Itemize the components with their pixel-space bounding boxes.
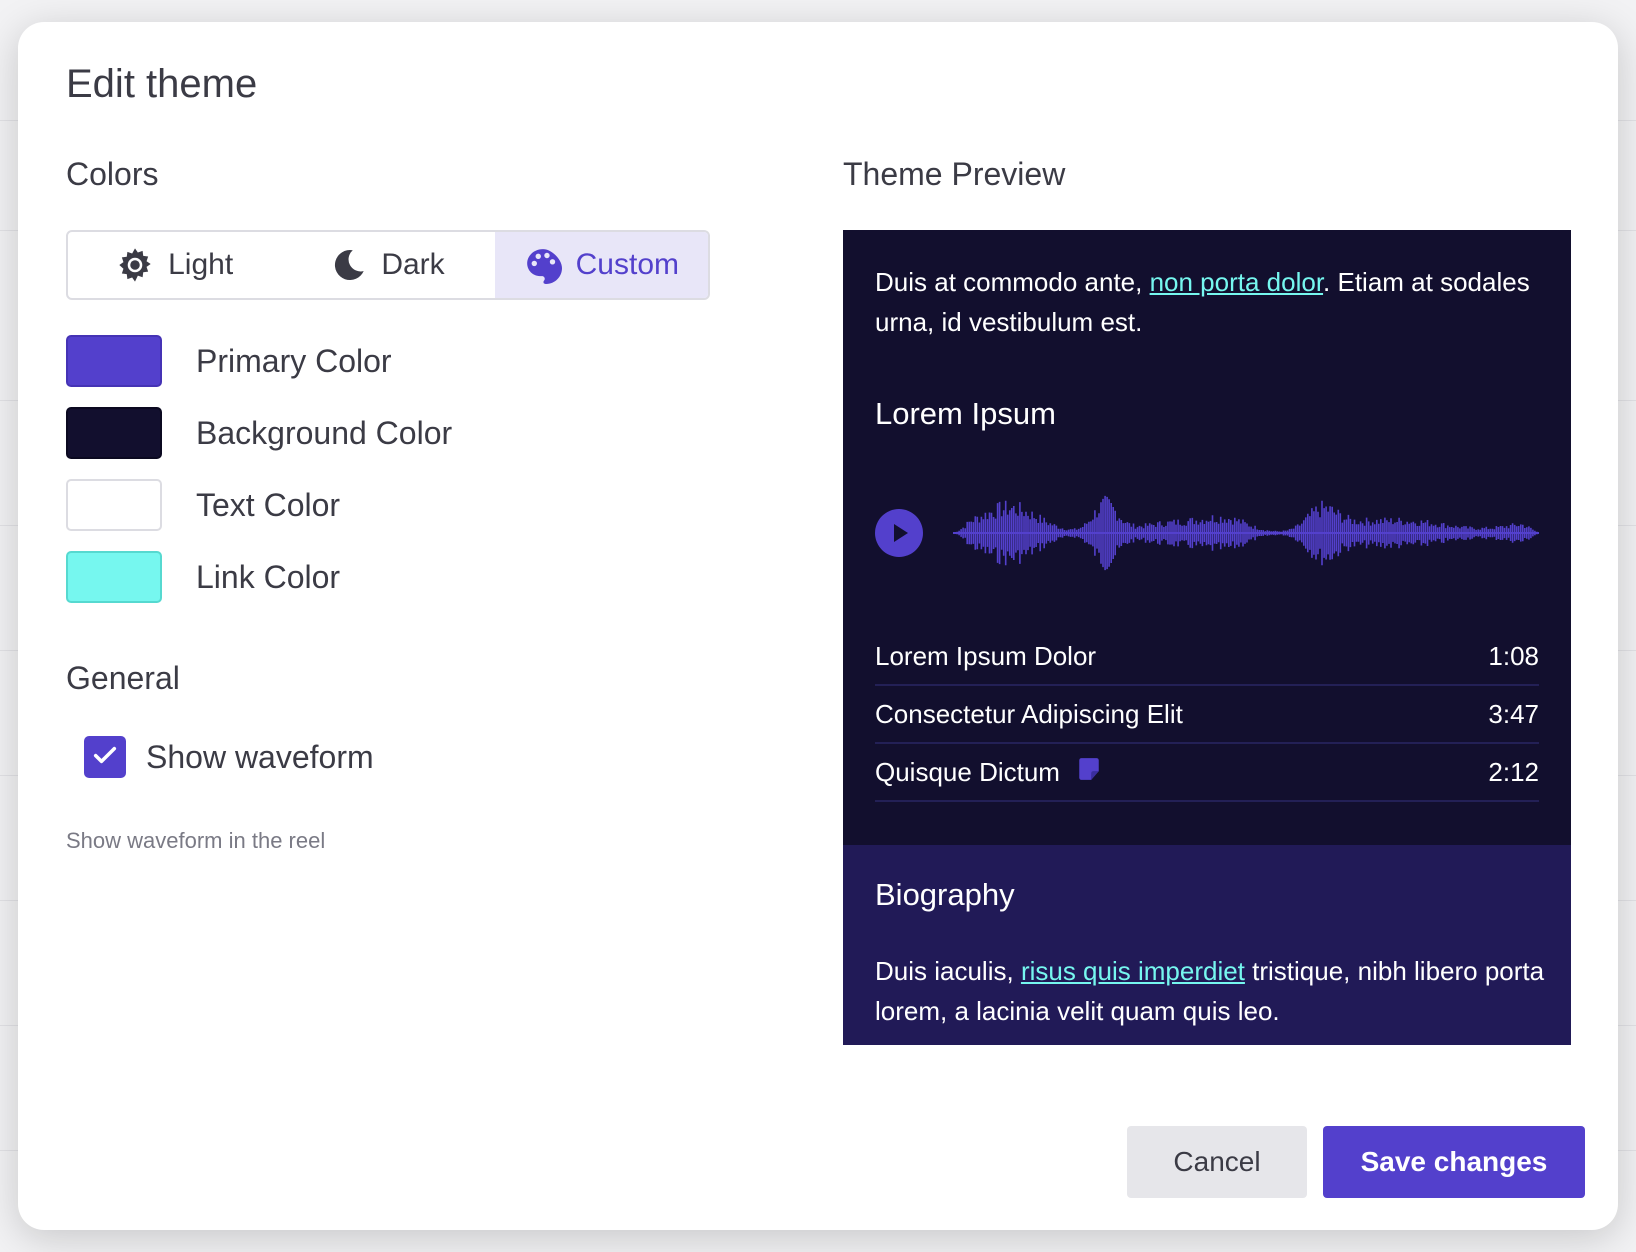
- show-waveform-helper: Show waveform in the reel: [66, 828, 326, 853]
- reel-title: Lorem Ipsum: [875, 396, 1056, 431]
- color-row-primary: Primary Color: [66, 335, 392, 387]
- save-changes-button[interactable]: Save changes: [1323, 1126, 1585, 1198]
- background-color-swatch[interactable]: [66, 407, 162, 459]
- track-name: Quisque Dictum: [875, 756, 1102, 789]
- theme-preview-panel: Duis at commodo ante, non porta dolor. E…: [843, 230, 1571, 1045]
- track-name-text: Lorem Ipsum Dolor: [875, 640, 1097, 671]
- sun-icon: [116, 246, 154, 284]
- color-label: Background Color: [196, 414, 453, 451]
- color-label: Primary Color: [196, 342, 392, 379]
- theme-option-dark[interactable]: Dark: [281, 232, 494, 298]
- track-row[interactable]: Quisque Dictum 2:12: [875, 744, 1539, 802]
- show-waveform-option: Show waveform: [84, 736, 374, 778]
- biography-link[interactable]: risus quis imperdiet: [1021, 956, 1245, 986]
- colors-heading: Colors: [66, 156, 159, 192]
- color-row-link: Link Color: [66, 551, 340, 603]
- link-color-swatch[interactable]: [66, 551, 162, 603]
- play-button[interactable]: [875, 509, 923, 557]
- theme-option-label: Light: [168, 248, 234, 281]
- theme-option-custom[interactable]: Custom: [494, 232, 708, 298]
- theme-option-label: Dark: [381, 248, 445, 281]
- track-name-text: Quisque Dictum: [875, 756, 1060, 787]
- preview-intro-link[interactable]: non porta dolor: [1150, 267, 1323, 297]
- color-row-background: Background Color: [66, 407, 452, 459]
- track-name: Consectetur Adipiscing Elit: [875, 699, 1183, 730]
- theme-mode-toggle: Light Dark Custom: [66, 230, 710, 300]
- color-label: Text Color: [196, 486, 341, 523]
- color-label: Link Color: [196, 558, 341, 595]
- checkmark-icon: [91, 741, 119, 774]
- track-name-text: Consectetur Adipiscing Elit: [875, 698, 1183, 729]
- biography-text-part: Duis iaculis,: [875, 956, 1021, 986]
- text-color-swatch[interactable]: [66, 479, 162, 531]
- color-row-text: Text Color: [66, 479, 340, 531]
- biography-section: Biography Duis iaculis, risus quis imper…: [843, 845, 1571, 1045]
- track-duration: 1:08: [1488, 640, 1539, 671]
- primary-color-swatch[interactable]: [66, 335, 162, 387]
- preview-intro-text: Duis at commodo ante, non porta dolor. E…: [875, 262, 1535, 342]
- theme-preview-heading: Theme Preview: [843, 156, 1066, 192]
- theme-option-label: Custom: [575, 248, 679, 281]
- track-name: Lorem Ipsum Dolor: [875, 641, 1096, 672]
- preview-intro-text-part: Duis at commodo ante,: [875, 267, 1150, 297]
- edit-theme-modal: Edit theme Colors Light Dark Custom Prim…: [18, 22, 1618, 1230]
- audio-player: [875, 468, 1539, 598]
- biography-text: Duis iaculis, risus quis imperdiet trist…: [875, 951, 1545, 1031]
- waveform[interactable]: [953, 468, 1539, 598]
- modal-title: Edit theme: [66, 62, 258, 106]
- show-waveform-checkbox[interactable]: [84, 736, 126, 778]
- show-waveform-label: Show waveform: [146, 738, 374, 775]
- track-row[interactable]: Consectetur Adipiscing Elit 3:47: [875, 686, 1539, 744]
- track-duration: 3:47: [1488, 698, 1539, 729]
- note-icon: [1076, 756, 1102, 789]
- track-duration: 2:12: [1488, 756, 1539, 787]
- track-list: Lorem Ipsum Dolor 1:08 Consectetur Adipi…: [875, 628, 1539, 802]
- palette-icon: [524, 246, 562, 284]
- cancel-button[interactable]: Cancel: [1127, 1126, 1307, 1198]
- moon-icon: [331, 246, 367, 284]
- track-row[interactable]: Lorem Ipsum Dolor 1:08: [875, 628, 1539, 686]
- play-icon: [875, 509, 923, 561]
- theme-option-light[interactable]: Light: [68, 232, 281, 298]
- general-heading: General: [66, 660, 180, 696]
- biography-heading: Biography: [875, 877, 1015, 912]
